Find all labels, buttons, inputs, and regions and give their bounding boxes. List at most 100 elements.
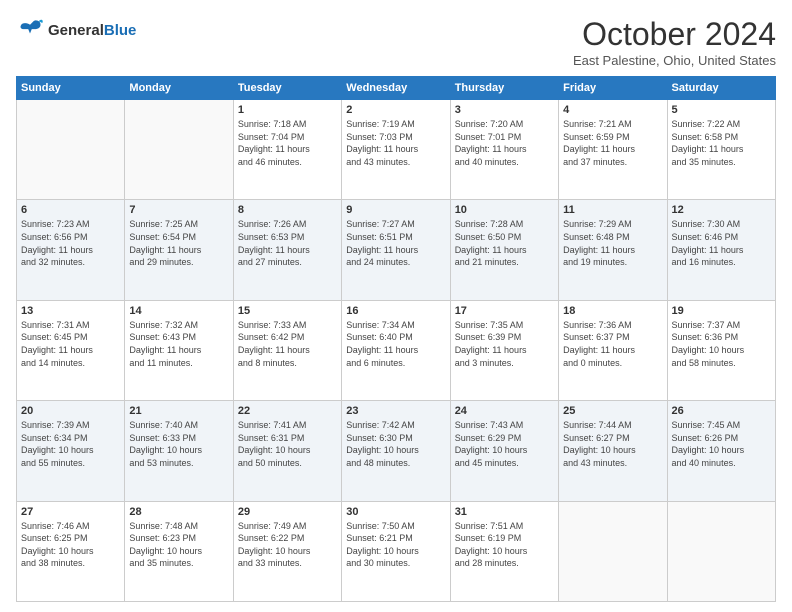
month-title: October 2024 — [573, 16, 776, 53]
day-number: 7 — [129, 204, 228, 216]
title-area: October 2024 East Palestine, Ohio, Unite… — [573, 16, 776, 68]
calendar-cell: 22 Sunrise: 7:41 AM Sunset: 6:31 PM Dayli… — [233, 401, 341, 501]
day-number: 31 — [455, 506, 554, 518]
day-number: 1 — [238, 104, 337, 116]
day-info: Sunrise: 7:48 AM Sunset: 6:23 PM Dayligh… — [129, 520, 228, 570]
header-monday: Monday — [125, 77, 233, 100]
calendar-cell: 23 Sunrise: 7:42 AM Sunset: 6:30 PM Dayli… — [342, 401, 450, 501]
day-info: Sunrise: 7:37 AM Sunset: 6:36 PM Dayligh… — [672, 319, 771, 369]
calendar-cell — [125, 100, 233, 200]
day-info: Sunrise: 7:31 AM Sunset: 6:45 PM Dayligh… — [21, 319, 120, 369]
day-info: Sunrise: 7:43 AM Sunset: 6:29 PM Dayligh… — [455, 419, 554, 469]
day-number: 18 — [563, 305, 662, 317]
day-number: 26 — [672, 405, 771, 417]
day-number: 4 — [563, 104, 662, 116]
day-info: Sunrise: 7:25 AM Sunset: 6:54 PM Dayligh… — [129, 218, 228, 268]
day-info: Sunrise: 7:32 AM Sunset: 6:43 PM Dayligh… — [129, 319, 228, 369]
calendar-cell: 2 Sunrise: 7:19 AM Sunset: 7:03 PM Daylig… — [342, 100, 450, 200]
logo-text: GeneralBlue — [48, 22, 136, 39]
day-number: 23 — [346, 405, 445, 417]
calendar-week-row: 1 Sunrise: 7:18 AM Sunset: 7:04 PM Daylig… — [17, 100, 776, 200]
calendar-cell: 3 Sunrise: 7:20 AM Sunset: 7:01 PM Daylig… — [450, 100, 558, 200]
day-info: Sunrise: 7:51 AM Sunset: 6:19 PM Dayligh… — [455, 520, 554, 570]
header-friday: Friday — [559, 77, 667, 100]
day-info: Sunrise: 7:23 AM Sunset: 6:56 PM Dayligh… — [21, 218, 120, 268]
header-tuesday: Tuesday — [233, 77, 341, 100]
calendar-cell: 4 Sunrise: 7:21 AM Sunset: 6:59 PM Daylig… — [559, 100, 667, 200]
day-number: 8 — [238, 204, 337, 216]
header-wednesday: Wednesday — [342, 77, 450, 100]
day-number: 24 — [455, 405, 554, 417]
day-number: 16 — [346, 305, 445, 317]
day-number: 28 — [129, 506, 228, 518]
day-number: 10 — [455, 204, 554, 216]
day-number: 12 — [672, 204, 771, 216]
calendar-cell: 21 Sunrise: 7:40 AM Sunset: 6:33 PM Dayli… — [125, 401, 233, 501]
calendar-cell: 14Sunrise: 7:32 AM Sunset: 6:43 PM Dayli… — [125, 300, 233, 400]
day-number: 6 — [21, 204, 120, 216]
day-info: Sunrise: 7:19 AM Sunset: 7:03 PM Dayligh… — [346, 118, 445, 168]
day-number: 9 — [346, 204, 445, 216]
day-number: 21 — [129, 405, 228, 417]
day-info: Sunrise: 7:20 AM Sunset: 7:01 PM Dayligh… — [455, 118, 554, 168]
calendar-week-row: 6 Sunrise: 7:23 AM Sunset: 6:56 PM Daylig… — [17, 200, 776, 300]
day-info: Sunrise: 7:22 AM Sunset: 6:58 PM Dayligh… — [672, 118, 771, 168]
calendar-cell: 28 Sunrise: 7:48 AM Sunset: 6:23 PM Dayli… — [125, 501, 233, 601]
day-number: 19 — [672, 305, 771, 317]
calendar-cell: 26 Sunrise: 7:45 AM Sunset: 6:26 PM Dayli… — [667, 401, 775, 501]
calendar-table: Sunday Monday Tuesday Wednesday Thursday… — [16, 76, 776, 602]
calendar-cell: 16Sunrise: 7:34 AM Sunset: 6:40 PM Dayli… — [342, 300, 450, 400]
day-number: 2 — [346, 104, 445, 116]
day-info: Sunrise: 7:30 AM Sunset: 6:46 PM Dayligh… — [672, 218, 771, 268]
day-info: Sunrise: 7:28 AM Sunset: 6:50 PM Dayligh… — [455, 218, 554, 268]
day-info: Sunrise: 7:29 AM Sunset: 6:48 PM Dayligh… — [563, 218, 662, 268]
calendar-cell: 15 Sunrise: 7:33 AM Sunset: 6:42 PM Dayli… — [233, 300, 341, 400]
calendar-cell: 9 Sunrise: 7:27 AM Sunset: 6:51 PM Daylig… — [342, 200, 450, 300]
day-info: Sunrise: 7:50 AM Sunset: 6:21 PM Dayligh… — [346, 520, 445, 570]
calendar-cell: 10 Sunrise: 7:28 AM Sunset: 6:50 PM Dayli… — [450, 200, 558, 300]
calendar-cell: 1 Sunrise: 7:18 AM Sunset: 7:04 PM Daylig… — [233, 100, 341, 200]
day-info: Sunrise: 7:36 AM Sunset: 6:37 PM Dayligh… — [563, 319, 662, 369]
calendar-cell: 6 Sunrise: 7:23 AM Sunset: 6:56 PM Daylig… — [17, 200, 125, 300]
location-text: East Palestine, Ohio, United States — [573, 53, 776, 68]
calendar-cell: 18 Sunrise: 7:36 AM Sunset: 6:37 PM Dayli… — [559, 300, 667, 400]
calendar-cell — [559, 501, 667, 601]
page-header: GeneralBlue October 2024 East Palestine,… — [16, 16, 776, 68]
calendar-week-row: 20 Sunrise: 7:39 AM Sunset: 6:34 PM Dayli… — [17, 401, 776, 501]
day-number: 15 — [238, 305, 337, 317]
calendar-cell: 30Sunrise: 7:50 AM Sunset: 6:21 PM Dayli… — [342, 501, 450, 601]
header-sunday: Sunday — [17, 77, 125, 100]
calendar-cell: 12 Sunrise: 7:30 AM Sunset: 6:46 PM Dayli… — [667, 200, 775, 300]
day-info: Sunrise: 7:21 AM Sunset: 6:59 PM Dayligh… — [563, 118, 662, 168]
header-saturday: Saturday — [667, 77, 775, 100]
calendar-cell: 29Sunrise: 7:49 AM Sunset: 6:22 PM Dayli… — [233, 501, 341, 601]
day-number: 11 — [563, 204, 662, 216]
calendar-cell: 17Sunrise: 7:35 AM Sunset: 6:39 PM Dayli… — [450, 300, 558, 400]
calendar-cell: 7 Sunrise: 7:25 AM Sunset: 6:54 PM Daylig… — [125, 200, 233, 300]
day-number: 3 — [455, 104, 554, 116]
calendar-cell — [17, 100, 125, 200]
day-info: Sunrise: 7:26 AM Sunset: 6:53 PM Dayligh… — [238, 218, 337, 268]
day-info: Sunrise: 7:40 AM Sunset: 6:33 PM Dayligh… — [129, 419, 228, 469]
day-info: Sunrise: 7:41 AM Sunset: 6:31 PM Dayligh… — [238, 419, 337, 469]
calendar-cell: 31 Sunrise: 7:51 AM Sunset: 6:19 PM Dayli… — [450, 501, 558, 601]
calendar-cell: 19 Sunrise: 7:37 AM Sunset: 6:36 PM Dayli… — [667, 300, 775, 400]
day-info: Sunrise: 7:27 AM Sunset: 6:51 PM Dayligh… — [346, 218, 445, 268]
calendar-week-row: 13Sunrise: 7:31 AM Sunset: 6:45 PM Dayli… — [17, 300, 776, 400]
calendar-cell: 8 Sunrise: 7:26 AM Sunset: 6:53 PM Daylig… — [233, 200, 341, 300]
day-number: 20 — [21, 405, 120, 417]
calendar-cell: 25Sunrise: 7:44 AM Sunset: 6:27 PM Dayli… — [559, 401, 667, 501]
day-info: Sunrise: 7:33 AM Sunset: 6:42 PM Dayligh… — [238, 319, 337, 369]
day-info: Sunrise: 7:18 AM Sunset: 7:04 PM Dayligh… — [238, 118, 337, 168]
calendar-cell: 5 Sunrise: 7:22 AM Sunset: 6:58 PM Daylig… — [667, 100, 775, 200]
calendar-cell: 24 Sunrise: 7:43 AM Sunset: 6:29 PM Dayli… — [450, 401, 558, 501]
calendar-week-row: 27Sunrise: 7:46 AM Sunset: 6:25 PM Dayli… — [17, 501, 776, 601]
logo: GeneralBlue — [16, 16, 136, 44]
day-info: Sunrise: 7:35 AM Sunset: 6:39 PM Dayligh… — [455, 319, 554, 369]
day-info: Sunrise: 7:45 AM Sunset: 6:26 PM Dayligh… — [672, 419, 771, 469]
day-info: Sunrise: 7:39 AM Sunset: 6:34 PM Dayligh… — [21, 419, 120, 469]
day-number: 5 — [672, 104, 771, 116]
day-info: Sunrise: 7:42 AM Sunset: 6:30 PM Dayligh… — [346, 419, 445, 469]
calendar-page: GeneralBlue October 2024 East Palestine,… — [0, 0, 792, 612]
day-number: 22 — [238, 405, 337, 417]
